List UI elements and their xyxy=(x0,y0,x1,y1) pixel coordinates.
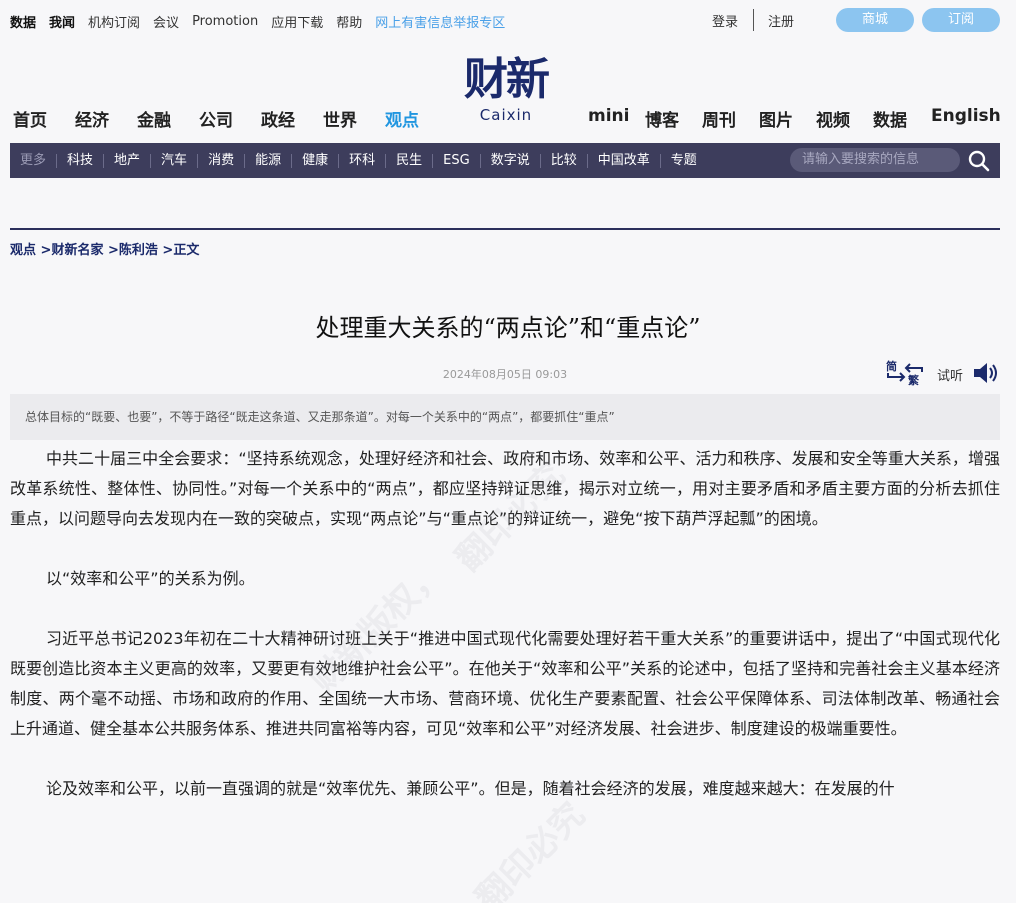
logo-cn-text: 财新 xyxy=(464,54,550,105)
top-utility-bar: 数据 我闻 机构订阅 会议 Promotion 应用下载 帮助 网上有害信息举报… xyxy=(0,0,1016,42)
article-paragraph: 中共二十届三中全会要求：“坚持系统观念，处理好经济和社会、政府和市场、效率和公平… xyxy=(10,449,1000,528)
subnav-compare[interactable]: 比较 xyxy=(541,153,588,168)
subnav-consumer[interactable]: 消费 xyxy=(198,153,246,168)
top-link-report[interactable]: 网上有害信息举报专区 xyxy=(375,12,505,31)
nav-opinion[interactable]: 观点 xyxy=(385,106,419,131)
speaker-icon[interactable] xyxy=(972,361,998,385)
nav-mini[interactable]: mini xyxy=(588,106,629,126)
top-link-conference[interactable]: 会议 xyxy=(153,12,179,31)
subnav-realestate[interactable]: 地产 xyxy=(104,153,152,168)
article-body: 中共二十届三中全会要求：“坚持系统观念，处理好经济和社会、政府和市场、效率和公平… xyxy=(10,444,1000,834)
top-link-data[interactable]: 数据 xyxy=(10,12,36,31)
listen-label[interactable]: 试听 xyxy=(937,365,963,384)
breadcrumb-opinion[interactable]: 观点 xyxy=(10,243,36,258)
search-input[interactable]: 请输入要搜索的信息 xyxy=(790,148,960,172)
article-date: 2024年08月05日 09:03 xyxy=(442,368,568,381)
nav-blog[interactable]: 博客 xyxy=(645,106,679,131)
top-link-app-download[interactable]: 应用下载 xyxy=(271,12,323,31)
subscribe-button[interactable]: 订阅 xyxy=(922,8,1000,32)
subnav-auto[interactable]: 汽车 xyxy=(151,153,199,168)
top-link-wowen[interactable]: 我闻 xyxy=(49,12,75,31)
top-links: 数据 我闻 机构订阅 会议 Promotion 应用下载 帮助 网上有害信息举报… xyxy=(10,12,518,31)
subnav-livelihood[interactable]: 民生 xyxy=(386,153,434,168)
nav-weekly[interactable]: 周刊 xyxy=(702,106,736,131)
nav-finance[interactable]: 金融 xyxy=(137,106,171,131)
article-paragraph: 以“效率和公平”的关系为例。 xyxy=(46,569,255,588)
article-tools: 简 繁 试听 xyxy=(884,358,1000,388)
subnav-data-talk[interactable]: 数字说 xyxy=(481,153,541,168)
breadcrumb-columnists[interactable]: >财新名家 xyxy=(41,243,104,258)
top-link-help[interactable]: 帮助 xyxy=(336,12,362,31)
nav-world[interactable]: 世界 xyxy=(323,106,357,131)
simp-trad-toggle[interactable]: 简 繁 xyxy=(884,358,926,388)
article-summary: 总体目标的“既要、也要”，不等于路径“既走这条道、又走那条道”。对每一个关系中的… xyxy=(10,394,1000,440)
article-paragraph: 论及效率和公平，以前一直强调的就是“效率优先、兼顾公平”。但是，随着社会经济的发… xyxy=(46,779,895,798)
breadcrumb: 观点 >财新名家 >陈利浩 >正文 xyxy=(10,239,199,258)
breadcrumb-current: >正文 xyxy=(162,243,200,258)
search-icon[interactable] xyxy=(967,149,991,173)
nav-video[interactable]: 视频 xyxy=(816,106,850,131)
nav-home[interactable]: 首页 xyxy=(13,106,47,131)
subnav-tech[interactable]: 科技 xyxy=(57,153,105,168)
register-link[interactable]: 注册 xyxy=(768,11,794,30)
nav-photos[interactable]: 图片 xyxy=(759,106,793,131)
nav-economy[interactable]: 经济 xyxy=(75,106,109,131)
article-paragraph: 习近平总书记2023年初在二十大精神研讨班上关于“推进中国式现代化需要处理好若干… xyxy=(10,629,1000,738)
subnav-topics[interactable]: 专题 xyxy=(661,153,707,168)
article-title: 处理重大关系的“两点论”和“重点论” xyxy=(315,314,701,342)
auth-links: 登录 注册 xyxy=(712,9,794,31)
mall-button[interactable]: 商城 xyxy=(836,8,914,32)
section-divider xyxy=(10,228,1000,230)
subnav-health[interactable]: 健康 xyxy=(292,153,340,168)
breadcrumb-author[interactable]: >陈利浩 xyxy=(108,243,158,258)
sub-nav: 更多 科技 地产 汽车 消费 能源 健康 环科 民生 ESG 数字说 比较 中国… xyxy=(10,143,1000,178)
switch-arrows-icon xyxy=(887,363,923,382)
nav-data[interactable]: 数据 xyxy=(873,106,907,131)
subnav-china-reform[interactable]: 中国改革 xyxy=(588,153,661,168)
top-link-promotion[interactable]: Promotion xyxy=(192,14,258,29)
subnav-energy[interactable]: 能源 xyxy=(245,153,293,168)
main-nav: 首页 经济 金融 公司 政经 世界 观点 mini 博客 周刊 图片 视频 数据… xyxy=(0,106,1016,132)
nav-politics[interactable]: 政经 xyxy=(261,106,295,131)
top-link-institution-subscribe[interactable]: 机构订阅 xyxy=(88,12,140,31)
subnav-more[interactable]: 更多 xyxy=(10,153,58,168)
subnav-environment[interactable]: 环科 xyxy=(339,153,387,168)
subnav-esg[interactable]: ESG xyxy=(433,153,481,168)
nav-companies[interactable]: 公司 xyxy=(199,106,233,131)
nav-english[interactable]: English xyxy=(931,106,1001,126)
auth-divider xyxy=(753,9,755,31)
login-link[interactable]: 登录 xyxy=(712,11,738,30)
